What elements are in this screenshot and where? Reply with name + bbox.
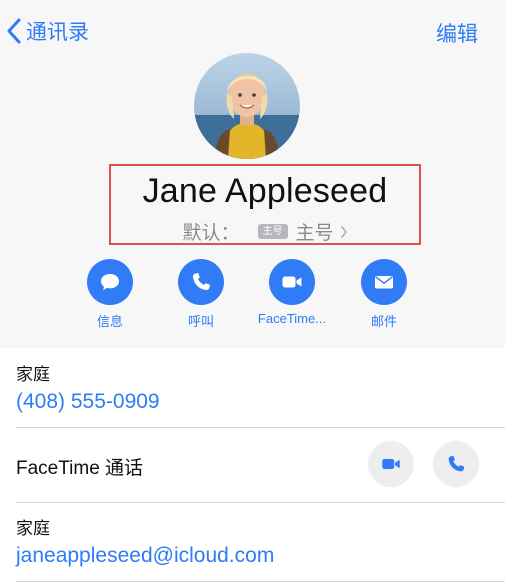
back-label: 通讯录 xyxy=(26,21,89,44)
facetime-audio-button[interactable] xyxy=(433,441,479,487)
phone-icon xyxy=(192,273,210,291)
contact-name: Jane Appleseed xyxy=(142,172,388,210)
email-row: 家庭 janeappleseed@icloud.com xyxy=(16,502,505,582)
phone-row: 家庭 (408) 555-0909 xyxy=(16,348,505,428)
message-icon xyxy=(101,274,119,290)
mail-action-button[interactable]: 邮件 xyxy=(339,259,429,330)
contact-header: 通讯录 编辑 Jane Appleseed 默认： 主号 主号 信息 呼叫 Fa… xyxy=(0,0,505,348)
message-action-button[interactable]: 信息 xyxy=(65,259,155,330)
highlight-box: Jane Appleseed 默认： 主号 主号 xyxy=(109,164,421,245)
edit-button[interactable]: 编辑 xyxy=(436,18,478,48)
sim-name: 主号 xyxy=(295,223,334,244)
email-field-label: 家庭 xyxy=(16,519,50,538)
phone-icon xyxy=(448,455,465,472)
mail-action-label: 邮件 xyxy=(370,314,397,329)
call-action-button[interactable]: 呼叫 xyxy=(156,259,246,330)
video-icon xyxy=(382,458,400,470)
facetime-label: FaceTime 通话 xyxy=(16,458,144,479)
avatar xyxy=(194,53,300,159)
phone-number-link[interactable]: (408) 555-0909 xyxy=(16,390,160,414)
message-action-label: 信息 xyxy=(96,314,123,329)
sim-badge: 主号 xyxy=(257,224,288,239)
facetime-video-button[interactable] xyxy=(368,441,414,487)
default-label: 默认： xyxy=(182,223,240,244)
chevron-right-icon xyxy=(340,225,347,238)
email-link[interactable]: janeappleseed@icloud.com xyxy=(16,544,274,568)
default-line-row[interactable]: 默认： 主号 主号 xyxy=(111,218,419,245)
mail-icon xyxy=(375,276,393,289)
facetime-action-label: FaceTime... xyxy=(257,311,327,326)
facetime-action-button[interactable]: FaceTime... xyxy=(247,259,337,326)
back-button[interactable]: 通讯录 xyxy=(6,16,89,46)
quick-actions: 信息 呼叫 FaceTime... 邮件 xyxy=(0,259,505,331)
facetime-row: FaceTime 通话 xyxy=(16,427,505,503)
chevron-left-icon xyxy=(7,18,21,44)
call-action-label: 呼叫 xyxy=(187,314,214,329)
video-icon xyxy=(282,276,302,288)
phone-field-label: 家庭 xyxy=(16,365,50,384)
